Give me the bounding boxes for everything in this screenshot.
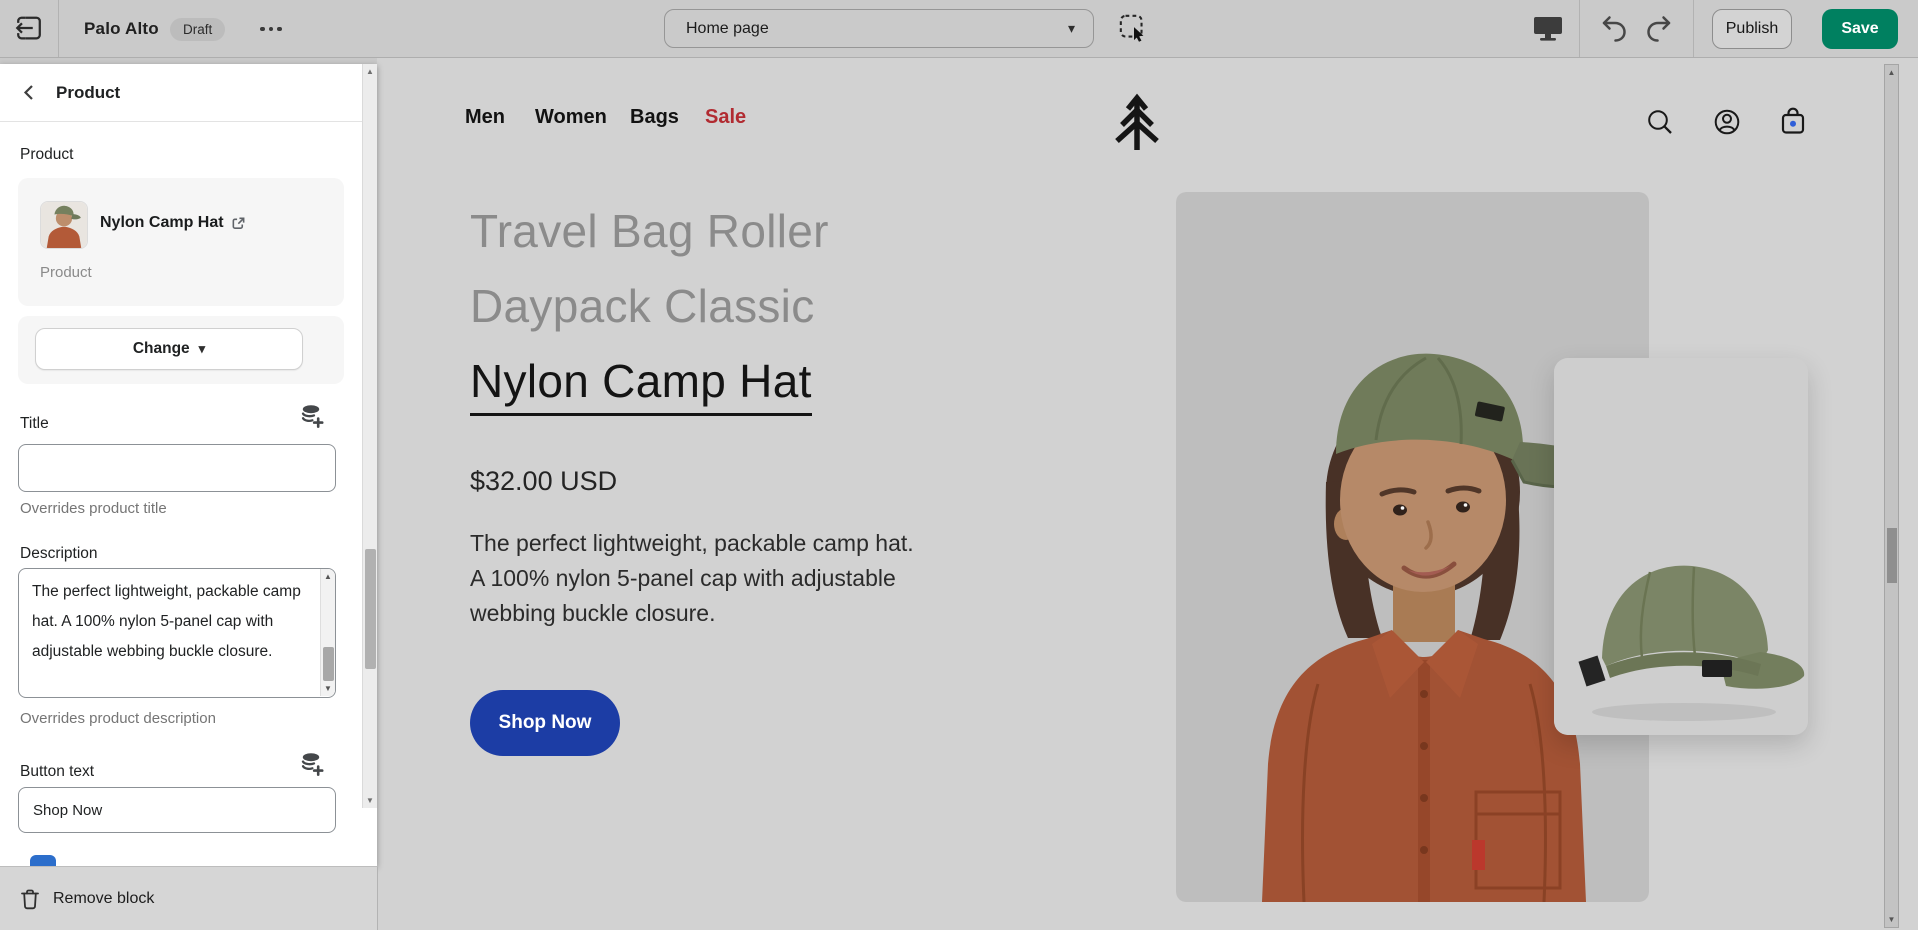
status-badge: Draft: [170, 18, 225, 41]
title-input[interactable]: [18, 444, 336, 492]
product-photo-cap: [1554, 358, 1808, 735]
chevron-down-icon: ▾: [199, 341, 206, 357]
description-textarea[interactable]: The perfect lightweight, packable camp h…: [19, 569, 319, 696]
scroll-down-icon[interactable]: ▼: [321, 684, 335, 693]
nav-link-bags[interactable]: Bags: [630, 106, 679, 129]
product-price: $32.00 USD: [470, 466, 617, 497]
back-button[interactable]: [12, 76, 46, 110]
title-field-label: Title: [20, 415, 49, 433]
product-type-label: Product: [40, 264, 92, 281]
exit-editor-button[interactable]: [12, 12, 46, 46]
search-icon: [1645, 107, 1675, 137]
textarea-scrollbar[interactable]: ▲ ▼: [320, 569, 335, 696]
checkbox-partial[interactable]: [30, 855, 56, 866]
divider: [58, 0, 59, 57]
scroll-down-icon[interactable]: ▼: [1885, 915, 1898, 924]
cap-photo-illustration: [1554, 358, 1808, 735]
more-options-button[interactable]: [252, 12, 290, 46]
chevron-left-icon: [20, 83, 39, 102]
change-label: Change: [133, 340, 190, 358]
description-field-label: Description: [20, 545, 98, 563]
product-title-muted[interactable]: Travel Bag Roller: [470, 194, 829, 269]
account-button[interactable]: [1712, 107, 1742, 140]
product-description: The perfect lightweight, packable camp h…: [470, 526, 918, 631]
shop-now-button[interactable]: Shop Now: [470, 690, 620, 756]
product-section-label: Product: [20, 146, 73, 164]
trash-icon: [20, 888, 40, 910]
nav-link-sale[interactable]: Sale: [705, 106, 746, 129]
button-text-field-label: Button text: [20, 763, 94, 781]
remove-block-label: Remove block: [53, 890, 154, 908]
monitor-icon: [1532, 13, 1564, 46]
block-settings-panel: Product Product Nylon Camp Hat: [0, 64, 377, 866]
connect-dynamic-source-icon[interactable]: [300, 403, 326, 431]
cart-indicator-dot: [1790, 121, 1796, 127]
scroll-down-icon[interactable]: ▼: [363, 796, 377, 805]
redo-button[interactable]: [1641, 12, 1677, 46]
change-product-button[interactable]: Change ▾: [35, 328, 303, 370]
scroll-up-icon[interactable]: ▲: [363, 67, 377, 76]
product-link[interactable]: Nylon Camp Hat: [100, 214, 246, 232]
change-product-card: Change ▾: [18, 316, 344, 384]
product-title-muted[interactable]: Daypack Classic: [470, 269, 829, 344]
selection-tool-icon: [1118, 13, 1150, 48]
scroll-up-icon[interactable]: ▲: [321, 572, 335, 581]
product-thumbnail[interactable]: [40, 201, 88, 249]
page-selector-value: Home page: [686, 20, 769, 38]
page-selector-dropdown[interactable]: Home page ▾: [664, 9, 1094, 48]
product-title-active[interactable]: Nylon Camp Hat: [470, 349, 812, 416]
product-name: Nylon Camp Hat: [100, 214, 224, 232]
external-link-icon: [231, 216, 246, 231]
panel-scrollbar[interactable]: ▲ ▼: [362, 64, 377, 808]
connect-dynamic-source-icon[interactable]: [300, 751, 326, 779]
cart-bag-icon: [1779, 106, 1807, 137]
publish-button[interactable]: Publish: [1712, 9, 1792, 49]
nav-link-men[interactable]: Men: [465, 106, 505, 129]
scrollbar-thumb[interactable]: [323, 647, 334, 681]
product-title-list: Travel Bag Roller Daypack Classic Nylon …: [470, 194, 829, 419]
cart-button[interactable]: [1779, 106, 1807, 140]
panel-title: Product: [56, 83, 120, 103]
product-resource-card: Nylon Camp Hat Product: [18, 178, 344, 306]
inspect-select-tool-button[interactable]: [1117, 13, 1151, 47]
title-helper-text: Overrides product title: [20, 500, 167, 517]
undo-button[interactable]: [1596, 12, 1632, 46]
tree-logo-icon: [1115, 90, 1159, 152]
theme-preview: Men Women Bags Sale: [377, 58, 1918, 930]
store-logo[interactable]: [1115, 90, 1159, 157]
save-button[interactable]: Save: [1822, 9, 1898, 49]
device-preview-button[interactable]: [1530, 13, 1566, 45]
panel-header: Product: [0, 64, 377, 122]
redo-icon: [1644, 13, 1674, 46]
remove-block-button[interactable]: Remove block: [0, 866, 378, 930]
undo-icon: [1599, 13, 1629, 46]
exit-icon: [14, 13, 44, 46]
divider: [1693, 0, 1694, 57]
button-text-input[interactable]: [18, 787, 336, 833]
preview-scrollbar[interactable]: ▲ ▼: [1884, 64, 1899, 928]
panel-body: Product Nylon Camp Hat: [0, 122, 377, 866]
store-name: Palo Alto: [84, 0, 159, 57]
product-thumbnail-image: [41, 202, 87, 248]
description-helper-text: Overrides product description: [20, 710, 216, 727]
scrollbar-thumb[interactable]: [365, 549, 376, 669]
theme-editor: Palo Alto Draft Home page ▾: [0, 0, 1918, 930]
topbar: Palo Alto Draft Home page ▾: [0, 0, 1918, 58]
chevron-down-icon: ▾: [1068, 20, 1075, 37]
nav-link-women[interactable]: Women: [535, 106, 607, 129]
divider: [1579, 0, 1580, 57]
scroll-up-icon[interactable]: ▲: [1885, 68, 1898, 77]
scrollbar-thumb[interactable]: [1887, 528, 1897, 583]
search-button[interactable]: [1645, 107, 1675, 140]
account-icon: [1712, 107, 1742, 137]
description-field: The perfect lightweight, packable camp h…: [18, 568, 336, 698]
